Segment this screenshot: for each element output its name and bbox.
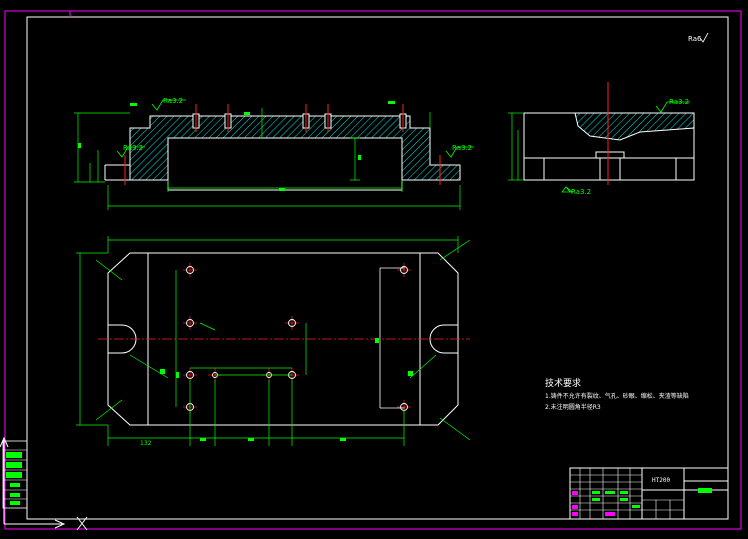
svg-text:Ra3.2: Ra3.2 <box>163 97 183 105</box>
title-block[interactable]: HT200 <box>569 467 729 520</box>
overall-roughness-text: Ra6 <box>688 35 702 43</box>
cad-drawing-canvas[interactable]: Ra6 Ra3.2 Ra3.2 Ra3.2 Ra3.2 Ra3.2 132 技术… <box>0 0 748 535</box>
drawing-frame <box>4 10 742 530</box>
svg-text:Ra3.2: Ra3.2 <box>669 98 689 106</box>
tech-req-item-1: 1.铸件不允许有裂纹、气孔、砂眼、缩松、夹渣等缺陷 <box>545 392 689 400</box>
dimension-132: 132 <box>140 440 152 447</box>
svg-text:Ra3.2: Ra3.2 <box>123 144 143 152</box>
material-text: HT200 <box>652 477 670 484</box>
tech-req-title: 技术要求 <box>545 377 581 389</box>
front-section-view[interactable]: Ra3.2 Ra3.2 Ra3.2 <box>74 97 474 210</box>
svg-text:Ra3.2: Ra3.2 <box>452 144 472 152</box>
technical-requirements: 技术要求 1.铸件不允许有裂纹、气孔、砂眼、缩松、夹渣等缺陷 2.未注明圆角半径… <box>545 377 689 411</box>
side-section-view[interactable]: Ra3.2 Ra3.2 <box>508 82 695 196</box>
left-side-stamp <box>2 440 28 509</box>
plan-view[interactable]: 132 <box>76 236 471 447</box>
overall-roughness-symbol: Ra6 <box>688 32 709 43</box>
tech-req-item-2: 2.未注明圆角半径R3 <box>545 403 601 411</box>
svg-text:Ra3.2: Ra3.2 <box>571 188 591 196</box>
